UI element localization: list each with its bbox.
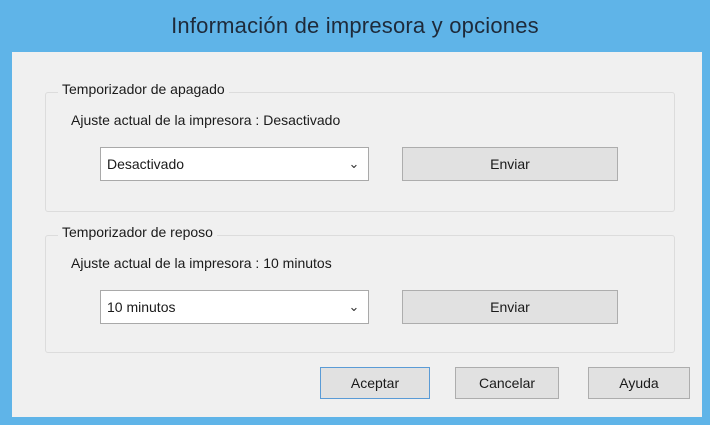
power-off-timer-legend: Temporizador de apagado — [58, 81, 229, 97]
power-off-current-setting: Ajuste actual de la impresora : Desactiv… — [71, 112, 341, 128]
sleep-timer-legend: Temporizador de reposo — [58, 224, 217, 240]
ok-button[interactable]: Aceptar — [320, 367, 430, 399]
cancel-button[interactable]: Cancelar — [455, 367, 559, 399]
power-off-send-button[interactable]: Enviar — [402, 147, 618, 181]
sleep-send-button[interactable]: Enviar — [402, 290, 618, 324]
power-off-selected-value: Desactivado — [107, 156, 185, 172]
dialog-body: Temporizador de apagado Ajuste actual de… — [12, 52, 702, 417]
printer-options-dialog: Información de impresora y opciones Temp… — [0, 0, 710, 425]
sleep-current-setting: Ajuste actual de la impresora : 10 minut… — [71, 255, 332, 271]
dialog-title: Información de impresora y opciones — [171, 13, 539, 38]
sleep-selected-value: 10 minutos — [107, 299, 176, 315]
sleep-timer-group: Temporizador de reposo Ajuste actual de … — [45, 224, 675, 353]
chevron-down-icon[interactable]: ⌄ — [340, 156, 368, 172]
title-bar[interactable]: Información de impresora y opciones — [0, 0, 710, 52]
power-off-timer-select[interactable]: Desactivado ⌄ — [100, 147, 369, 181]
help-button[interactable]: Ayuda — [588, 367, 690, 399]
chevron-down-icon[interactable]: ⌄ — [340, 299, 368, 315]
sleep-timer-select[interactable]: 10 minutos ⌄ — [100, 290, 369, 324]
power-off-timer-group: Temporizador de apagado Ajuste actual de… — [45, 81, 675, 212]
